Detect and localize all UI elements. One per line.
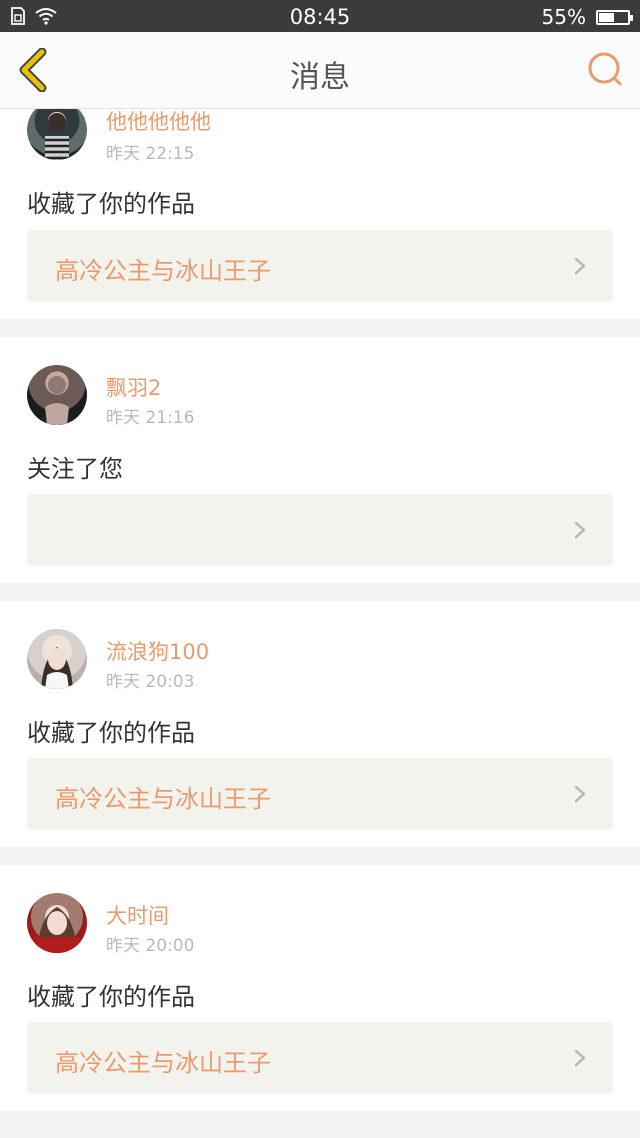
message-card: 大时间 昨天 20:00 收藏了你的作品 高冷公主与冰山王子 xyxy=(0,865,640,1111)
avatar[interactable] xyxy=(27,365,87,425)
message-card: 流浪狗100 昨天 20:03 收藏了你的作品 高冷公主与冰山王子 xyxy=(0,601,640,847)
avatar[interactable] xyxy=(27,893,87,953)
work-title: 高冷公主与冰山王子 xyxy=(55,785,271,813)
work-title: 高冷公主与冰山王子 xyxy=(55,257,271,285)
avatar[interactable] xyxy=(27,109,87,160)
message-card: 他他他他他 昨天 22:15 收藏了你的作品 高冷公主与冰山王子 xyxy=(0,109,640,319)
message-card: 飘羽2 昨天 21:16 关注了您 xyxy=(0,337,640,583)
username[interactable]: 流浪狗100 xyxy=(106,636,209,666)
work-link[interactable]: 高冷公主与冰山王子 xyxy=(27,758,613,830)
work-link[interactable]: 高冷公主与冰山王子 xyxy=(27,230,613,302)
chevron-right-icon xyxy=(574,257,586,275)
message-list[interactable]: 他他他他他 昨天 22:15 收藏了你的作品 高冷公主与冰山王子 飘羽2 昨天 … xyxy=(0,109,640,1138)
battery-percent: 55% xyxy=(541,5,586,29)
work-title: 高冷公主与冰山王子 xyxy=(55,1049,271,1077)
chevron-right-icon xyxy=(574,521,586,539)
message-time: 昨天 22:15 xyxy=(106,144,195,164)
message-action: 收藏了你的作品 xyxy=(27,983,195,1011)
message-time: 昨天 20:03 xyxy=(106,672,195,692)
username[interactable]: 大时间 xyxy=(106,900,169,930)
work-link[interactable]: 高冷公主与冰山王子 xyxy=(27,1022,613,1094)
avatar-image xyxy=(35,376,79,425)
chevron-right-icon xyxy=(574,785,586,803)
message-time: 昨天 20:00 xyxy=(106,936,195,956)
avatar[interactable] xyxy=(27,629,87,689)
username[interactable]: 他他他他他 xyxy=(106,109,211,136)
message-action: 关注了您 xyxy=(27,455,123,483)
avatar-image xyxy=(41,647,73,689)
search-icon[interactable] xyxy=(586,50,626,90)
nav-bar: 消息 xyxy=(0,32,640,109)
username[interactable]: 飘羽2 xyxy=(106,372,161,402)
battery-fill xyxy=(599,12,614,22)
chevron-right-icon xyxy=(574,1049,586,1067)
message-action: 收藏了你的作品 xyxy=(27,719,195,747)
message-time: 昨天 21:16 xyxy=(106,408,195,428)
work-link[interactable] xyxy=(27,494,613,566)
page-title: 消息 xyxy=(290,60,350,95)
avatar-image xyxy=(45,113,69,160)
message-action: 收藏了你的作品 xyxy=(27,190,195,218)
avatar-image xyxy=(33,907,81,953)
battery-icon xyxy=(596,9,633,25)
status-bar: 08:45 55% xyxy=(0,0,640,32)
